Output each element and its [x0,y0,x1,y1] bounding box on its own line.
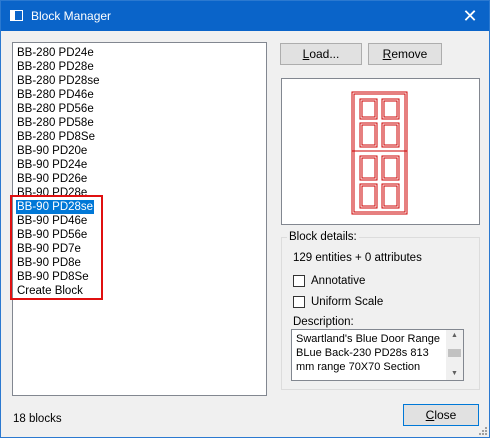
list-item[interactable]: BB-90 PD26e [16,172,88,186]
block-count-status: 18 blocks [13,413,62,425]
list-item[interactable]: BB-90 PD24e [16,158,88,172]
remove-button[interactable]: Remove [368,43,442,65]
list-item[interactable]: BB-280 PD28e [16,60,95,74]
remove-button-rest: emove [391,47,428,61]
load-button[interactable]: Load... [280,43,362,65]
description-label: Description: [293,316,354,328]
entity-count: 129 entities + 0 attributes [293,252,422,264]
scroll-down-icon[interactable]: ▼ [446,368,463,380]
remove-button-mnemonic: R [382,47,392,61]
block-preview [281,78,480,225]
description-scrollbar[interactable]: ▲ ▼ [446,330,463,380]
close-button-rest: lose [434,408,457,422]
window-title: Block Manager [31,9,112,23]
block-details-label: Block details: [287,231,359,243]
scroll-thumb[interactable] [448,349,461,357]
list-item[interactable]: BB-280 PD8Se [16,130,96,144]
annotative-checkbox[interactable] [293,275,305,287]
title-bar[interactable]: Block Manager ✕ [1,1,489,31]
close-button[interactable]: Close [403,404,479,426]
annotation-highlight-box [10,195,103,300]
list-item[interactable]: BB-280 PD58e [16,116,95,130]
close-window-icon[interactable]: ✕ [455,1,485,31]
list-item[interactable]: BB-280 PD56e [16,102,95,116]
list-item[interactable]: BB-280 PD24e [16,46,95,60]
list-item[interactable]: BB-280 PD28se [16,74,100,88]
uniform-scale-label[interactable]: Uniform Scale [311,296,383,308]
list-item[interactable]: BB-280 PD46e [16,88,95,102]
door-preview-drawing [351,91,408,215]
resize-grip-icon[interactable] [477,425,487,435]
annotative-label[interactable]: Annotative [311,275,365,287]
scroll-up-icon[interactable]: ▲ [446,330,463,342]
load-button-rest: oad... [309,47,340,61]
window-icon [10,10,23,21]
list-item[interactable]: BB-90 PD20e [16,144,88,158]
uniform-scale-checkbox[interactable] [293,296,305,308]
description-textarea[interactable]: Swartland's Blue Door Range BLue Back-23… [291,329,464,381]
block-manager-dialog: Block Manager ✕ BB-280 PD24e BB-280 PD28… [0,0,490,438]
